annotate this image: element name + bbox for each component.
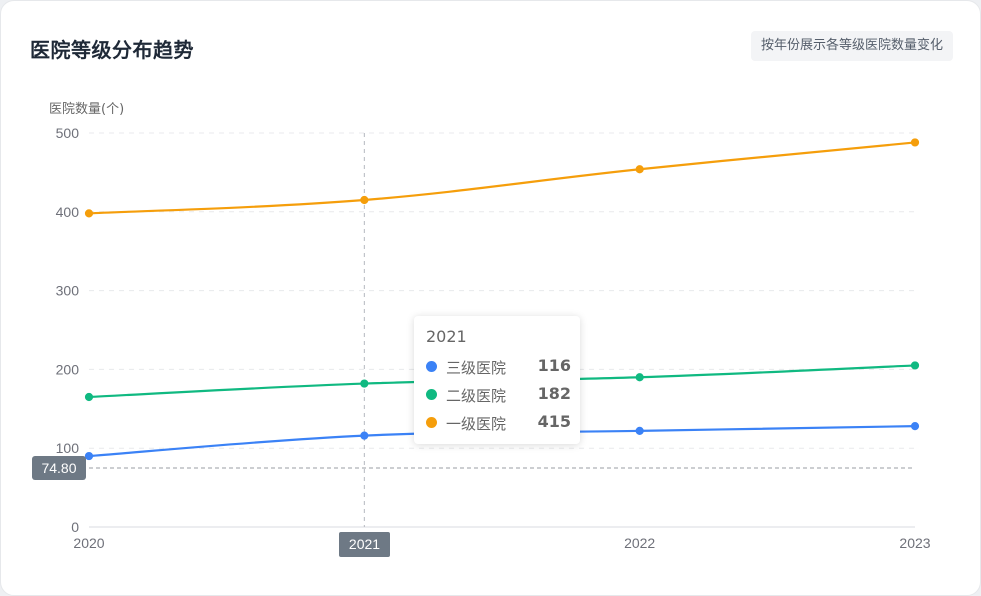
tooltip-series-name: 一级医院 <box>446 415 507 433</box>
y-tick-label: 300 <box>56 283 80 299</box>
data-point <box>360 431 369 440</box>
x-tick-label: 2022 <box>624 535 655 551</box>
series-marker-icon <box>426 417 437 428</box>
tooltip-title: 2021 <box>426 327 467 346</box>
x-tick-label: 2023 <box>899 535 930 551</box>
tooltip-series-name: 三级医院 <box>446 359 507 377</box>
series-marker-icon <box>426 361 437 372</box>
tooltip-series-value: 415 <box>537 412 571 431</box>
tooltip-row-tier2: 二级医院 182 <box>426 384 571 405</box>
data-point <box>360 379 369 388</box>
y-tick-label: 400 <box>56 204 80 220</box>
tooltip-series-value: 182 <box>537 384 571 403</box>
y-tick-label: 500 <box>56 125 80 141</box>
data-point <box>910 138 920 147</box>
data-point <box>360 195 369 205</box>
series-line-3 <box>88 141 916 215</box>
data-point <box>910 361 920 370</box>
chart-tooltip: 2021 三级医院 116 二级医院 182 一级医院 415 <box>414 316 580 444</box>
y-tick-label: 200 <box>56 361 80 377</box>
data-point <box>84 209 94 218</box>
tooltip-row-tier1: 一级医院 415 <box>426 412 571 433</box>
y-axis-pointer-label: 74.80 <box>32 456 86 480</box>
tooltip-series-name: 二级医院 <box>446 387 507 405</box>
data-point <box>910 422 920 431</box>
x-tick-label: 2020 <box>73 535 104 551</box>
data-point <box>84 392 94 402</box>
x-axis-pointer-label: 2021 <box>339 532 390 557</box>
data-point <box>635 373 644 382</box>
data-point <box>635 426 644 435</box>
y-axis-title: 医院数量(个) <box>49 102 124 117</box>
data-point <box>635 165 644 174</box>
data-point <box>84 451 94 461</box>
tooltip-series-value: 116 <box>537 356 571 375</box>
y-tick-label: 0 <box>71 519 79 535</box>
tooltip-row-tier3: 三级医院 116 <box>426 356 571 377</box>
y-tick-label: 100 <box>56 440 80 456</box>
series-marker-icon <box>426 389 437 400</box>
line-chart[interactable]: 医院数量(个) 0 100 200 300 400 500 2020 2021 2022 2023 <box>0 0 981 596</box>
